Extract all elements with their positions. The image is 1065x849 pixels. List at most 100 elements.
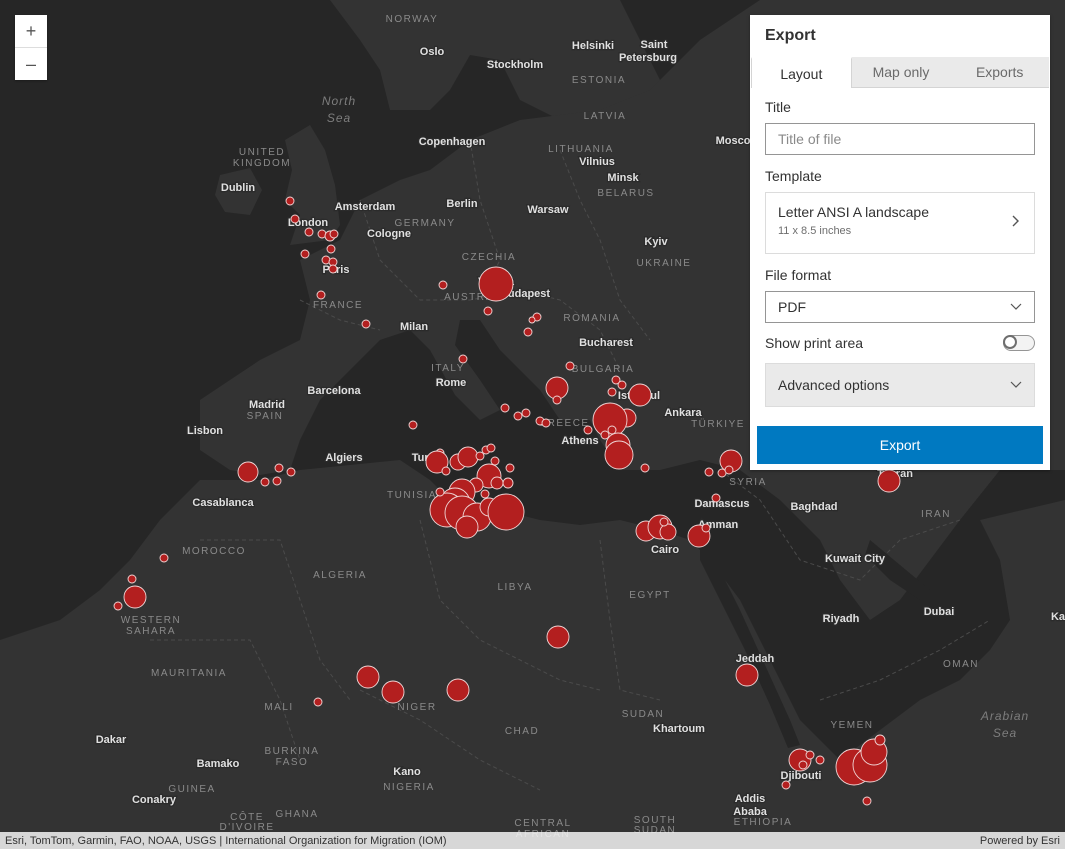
incident-marker[interactable] — [272, 476, 282, 486]
incident-marker[interactable] — [546, 625, 570, 649]
map-label: NIGER — [397, 702, 436, 713]
map-label: MOROCCO — [182, 546, 246, 557]
incident-marker[interactable] — [815, 755, 825, 765]
incident-marker[interactable] — [607, 387, 617, 397]
incident-marker[interactable] — [478, 266, 514, 302]
incident-marker[interactable] — [500, 403, 510, 413]
incident-marker[interactable] — [381, 680, 405, 704]
map-label: Copenhagen — [419, 136, 486, 148]
incident-marker[interactable] — [486, 443, 496, 453]
incident-marker[interactable] — [490, 456, 500, 466]
incident-marker[interactable] — [600, 430, 610, 440]
incident-marker[interactable] — [441, 466, 451, 476]
incident-marker[interactable] — [435, 487, 445, 497]
incident-marker[interactable] — [286, 467, 296, 477]
chevron-right-icon — [1012, 215, 1019, 227]
tab-map-only[interactable]: Map only — [851, 57, 951, 88]
map-label: Barcelona — [307, 385, 361, 397]
incident-marker[interactable] — [260, 477, 270, 487]
incident-marker[interactable] — [659, 523, 677, 541]
zoom-out-button[interactable]: – — [15, 47, 47, 80]
incident-marker[interactable] — [874, 734, 886, 746]
incident-marker[interactable] — [877, 469, 901, 493]
incident-marker[interactable] — [329, 229, 339, 239]
incident-marker[interactable] — [326, 244, 336, 254]
incident-marker[interactable] — [304, 227, 314, 237]
advanced-options-toggle[interactable]: Advanced options — [765, 363, 1035, 407]
map-label: Lisbon — [187, 425, 223, 437]
incident-marker[interactable] — [285, 196, 295, 206]
incident-marker[interactable] — [513, 411, 523, 421]
map-label: TUNISIA — [387, 490, 437, 501]
incident-marker[interactable] — [583, 425, 593, 435]
incident-marker[interactable] — [313, 697, 323, 707]
incident-marker[interactable] — [300, 249, 310, 259]
incident-marker[interactable] — [704, 467, 714, 477]
incident-marker[interactable] — [480, 489, 490, 499]
export-button[interactable]: Export — [757, 426, 1043, 464]
incident-marker[interactable] — [781, 780, 791, 790]
map-label: North — [322, 94, 356, 108]
file-format-select[interactable]: PDF — [765, 291, 1035, 323]
incident-marker[interactable] — [640, 463, 650, 473]
map-label: IRAN — [921, 509, 951, 520]
incident-marker[interactable] — [483, 306, 493, 316]
incident-marker[interactable] — [735, 663, 759, 687]
incident-marker[interactable] — [159, 553, 169, 563]
incident-marker[interactable] — [408, 420, 418, 430]
map-label: SPAIN — [247, 411, 284, 422]
incident-marker[interactable] — [604, 440, 634, 470]
incident-marker[interactable] — [487, 493, 525, 531]
incident-marker[interactable] — [237, 461, 259, 483]
incident-marker[interactable] — [356, 665, 380, 689]
incident-marker[interactable] — [446, 678, 470, 702]
incident-marker[interactable] — [274, 463, 284, 473]
incident-marker[interactable] — [617, 380, 627, 390]
map-label: MAURITANIA — [151, 668, 227, 679]
incident-marker[interactable] — [361, 319, 371, 329]
tab-layout[interactable]: Layout — [751, 57, 852, 88]
incident-marker[interactable] — [316, 290, 326, 300]
title-label: Title — [765, 99, 791, 115]
zoom-in-button[interactable]: + — [15, 15, 47, 47]
incident-marker[interactable] — [505, 463, 515, 473]
incident-marker[interactable] — [701, 523, 711, 533]
incident-marker[interactable] — [565, 361, 575, 371]
incident-marker[interactable] — [523, 327, 533, 337]
incident-marker[interactable] — [724, 465, 734, 475]
map-label: KINGDOM — [233, 158, 291, 169]
incident-marker[interactable] — [711, 493, 721, 503]
map-label: Minsk — [607, 172, 639, 184]
map-label: EGYPT — [629, 590, 670, 601]
template-selector[interactable]: Letter ANSI A landscape 11 x 8.5 inches — [765, 192, 1035, 254]
print-area-toggle[interactable] — [1003, 335, 1035, 351]
incident-marker[interactable] — [607, 425, 617, 435]
map-label: Saint — [641, 39, 668, 51]
incident-marker[interactable] — [457, 446, 479, 468]
tab-exports[interactable]: Exports — [950, 57, 1050, 88]
incident-marker[interactable] — [798, 760, 808, 770]
incident-marker[interactable] — [328, 264, 338, 274]
incident-marker[interactable] — [805, 750, 815, 760]
title-input[interactable] — [778, 131, 1022, 147]
incident-marker[interactable] — [127, 574, 137, 584]
map-label: Ankara — [664, 407, 702, 419]
incident-marker[interactable] — [502, 477, 514, 489]
incident-marker[interactable] — [490, 476, 504, 490]
incident-marker[interactable] — [521, 408, 531, 418]
incident-marker[interactable] — [862, 796, 872, 806]
incident-marker[interactable] — [438, 280, 448, 290]
incident-marker[interactable] — [455, 515, 479, 539]
incident-marker[interactable] — [113, 601, 123, 611]
map-label: Bamako — [197, 758, 240, 770]
attribution-bar: Esri, TomTom, Garmin, FAO, NOAA, USGS | … — [0, 832, 1065, 849]
incident-marker[interactable] — [628, 383, 652, 407]
incident-marker[interactable] — [552, 395, 562, 405]
incident-marker[interactable] — [528, 316, 536, 324]
incident-marker[interactable] — [123, 585, 147, 609]
incident-marker[interactable] — [290, 214, 300, 224]
incident-marker[interactable] — [659, 517, 669, 527]
incident-marker[interactable] — [458, 354, 468, 364]
incident-marker[interactable] — [541, 418, 551, 428]
incident-marker[interactable] — [475, 451, 485, 461]
